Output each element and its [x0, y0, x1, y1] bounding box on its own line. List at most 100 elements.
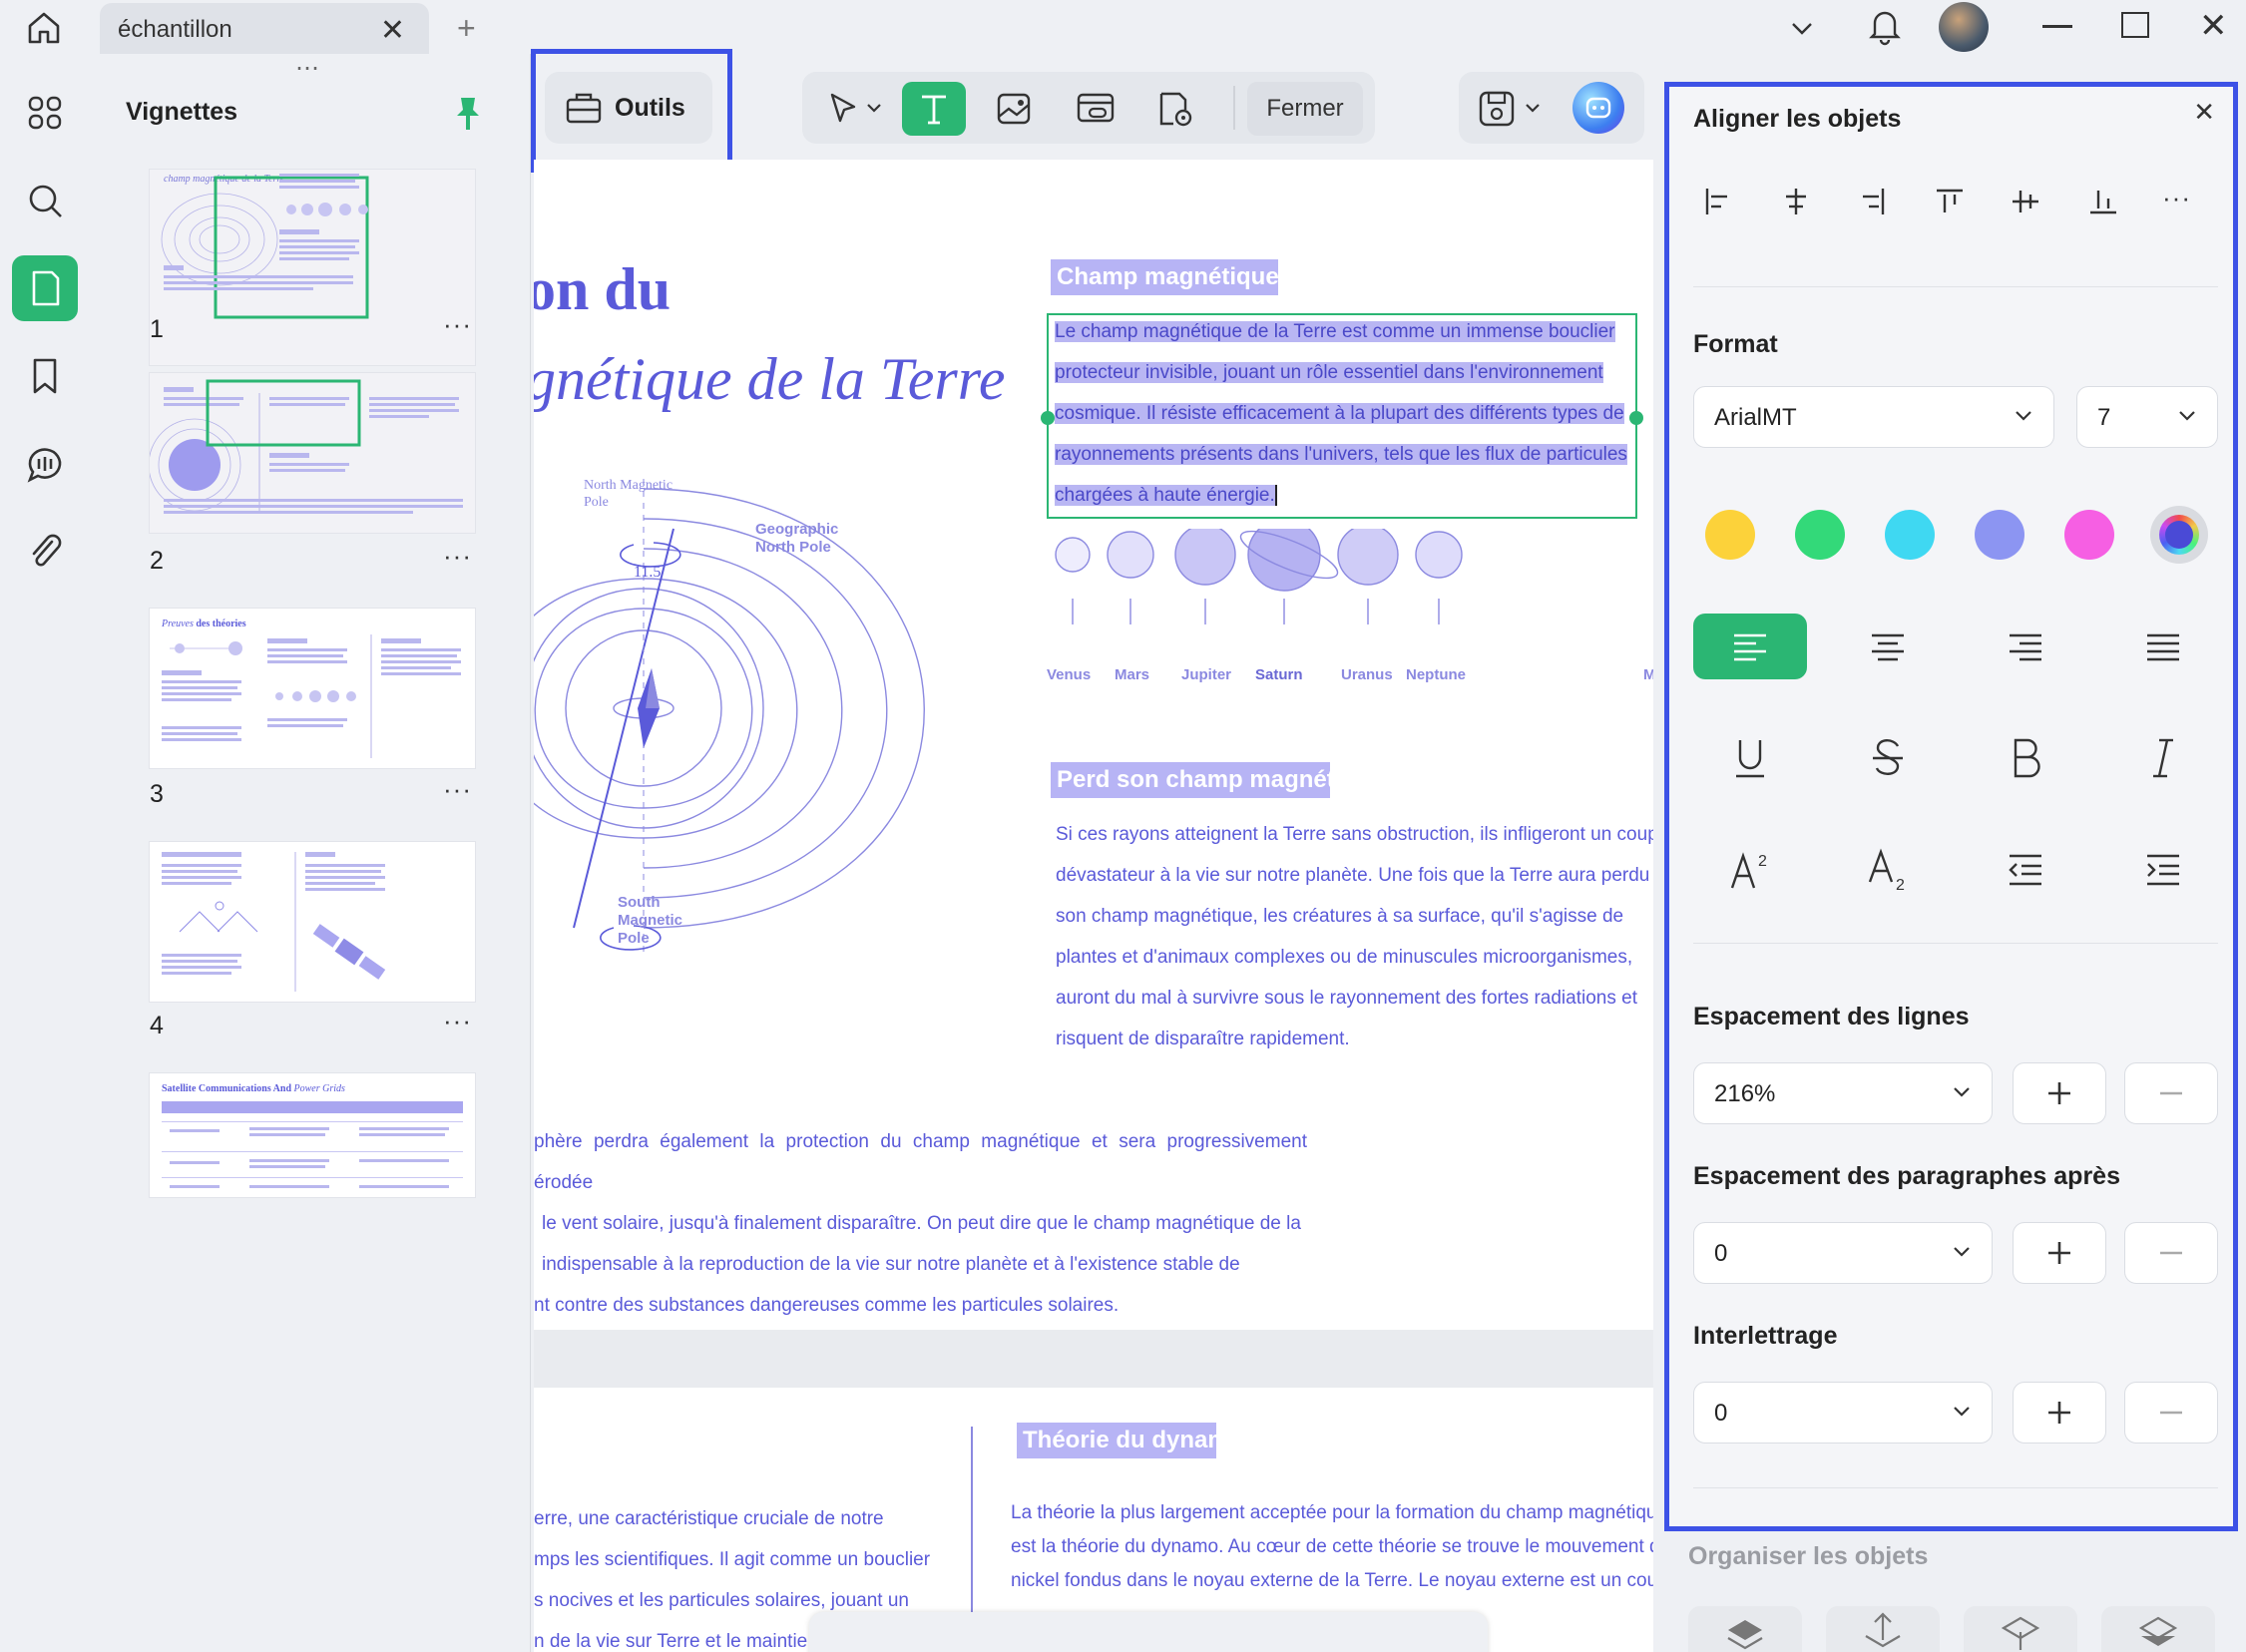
chevron-down-icon — [1954, 1087, 1970, 1097]
document-tab[interactable]: échantillon ✕ — [100, 3, 429, 55]
page-thumbnail-4[interactable] — [150, 842, 475, 1002]
letter-spacing-select[interactable]: 0 — [1693, 1382, 1993, 1444]
section-title[interactable]: Perd son champ magnétiqu — [1051, 762, 1330, 798]
align-top-icon[interactable] — [1935, 185, 1965, 218]
page-thumbnail-3[interactable]: Preuves des théories — [150, 609, 475, 768]
chevron-down-icon[interactable] — [1788, 14, 1816, 42]
watermark-tool-button[interactable] — [1143, 82, 1207, 136]
strikethrough-button[interactable] — [1831, 725, 1945, 791]
text-tool-button[interactable] — [902, 82, 966, 136]
color-swatch-green[interactable] — [1795, 510, 1845, 560]
close-window-icon[interactable]: ✕ — [2199, 6, 2228, 46]
bell-icon[interactable] — [1866, 6, 1904, 46]
align-center-vertical-icon[interactable] — [2011, 185, 2040, 218]
color-swatch-cyan[interactable] — [1885, 510, 1935, 560]
page-number: 3 — [150, 780, 164, 808]
text-align-center-button[interactable] — [1831, 614, 1945, 679]
section-title[interactable]: Champ magnétique — [1051, 259, 1278, 295]
selected-paragraph[interactable]: Le champ magnétique de la Terre est comm… — [1055, 311, 1643, 516]
select-tool-button[interactable] — [814, 82, 898, 136]
save-button[interactable] — [1467, 82, 1557, 136]
bold-button[interactable] — [1969, 725, 2082, 791]
text-line: nt contre des substances dangereuses com… — [534, 1295, 1120, 1316]
document-canvas[interactable]: on du gnétique de la Terre 11.5 North Ma… — [534, 160, 1653, 1652]
page-4-more-button[interactable]: ··· — [443, 1006, 472, 1036]
home-icon[interactable] — [24, 8, 64, 48]
page-3-more-button[interactable]: ··· — [443, 774, 472, 805]
font-size-select[interactable]: 7 — [2076, 386, 2218, 448]
new-tab-icon[interactable]: + — [457, 10, 476, 47]
paragraph[interactable]: Si ces rayons atteignent la Terre sans o… — [1056, 814, 1653, 1059]
align-right-icon[interactable] — [1857, 185, 1887, 218]
color-swatch-pink[interactable] — [2064, 510, 2114, 560]
paragraph[interactable]: phère perdra également la protection du … — [534, 1121, 1307, 1326]
page-number: 1 — [150, 315, 164, 343]
align-bottom-icon[interactable] — [2088, 185, 2118, 218]
send-to-back-button[interactable] — [2101, 1606, 2215, 1652]
text-align-right-button[interactable] — [1969, 614, 2082, 679]
text-cursor — [1274, 485, 1277, 506]
image-tool-button[interactable] — [982, 82, 1046, 136]
page-1-more-button[interactable]: ··· — [443, 309, 472, 340]
align-left-icon[interactable] — [1703, 185, 1733, 218]
more-align-button[interactable]: ··· — [2162, 183, 2191, 213]
thumbnails-icon[interactable] — [12, 255, 78, 321]
page-thumbnail-5[interactable]: Satellite Communications And Power Grids — [150, 1073, 475, 1197]
tab-close-icon[interactable]: ✕ — [380, 13, 405, 48]
line-spacing-value: 216% — [1714, 1080, 1776, 1107]
paragraph[interactable]: La théorie la plus largement acceptée po… — [1011, 1496, 1653, 1598]
color-swatch-periwinkle[interactable] — [1975, 510, 2024, 560]
pin-icon[interactable] — [453, 94, 483, 132]
planets-illustration — [1055, 529, 1463, 624]
bookmark-icon[interactable] — [12, 343, 78, 409]
align-center-horizontal-icon[interactable] — [1781, 185, 1811, 218]
panel-close-icon[interactable]: ✕ — [2193, 97, 2215, 128]
line-spacing-title: Espacement des lignes — [1693, 1003, 1970, 1031]
paragraph-spacing-decrease-button[interactable] — [2124, 1222, 2218, 1284]
drag-handle[interactable]: ⋯ — [295, 54, 320, 83]
page-2-more-button[interactable]: ··· — [443, 541, 472, 572]
thumbnails-title: Vignettes — [126, 98, 238, 126]
resize-handle-left[interactable] — [1041, 411, 1055, 425]
page-thumbnail-1[interactable]: champ magnétique de la Terre — [150, 170, 475, 365]
svg-text:2: 2 — [1896, 877, 1905, 892]
font-family-select[interactable]: ArialMT — [1693, 386, 2054, 448]
avatar[interactable] — [1939, 2, 1989, 52]
subscript-button[interactable]: 2 — [1831, 837, 1945, 903]
underline-button[interactable] — [1693, 725, 1807, 791]
maximize-icon[interactable] — [2121, 12, 2149, 38]
color-swatch-yellow[interactable] — [1705, 510, 1755, 560]
text-align-justify-button[interactable] — [2106, 614, 2220, 679]
attachment-icon[interactable] — [12, 519, 78, 585]
comment-icon[interactable] — [12, 431, 78, 497]
chevron-down-icon — [1954, 1407, 1970, 1417]
superscript-button[interactable]: 2 — [1693, 837, 1807, 903]
line-spacing-decrease-button[interactable] — [2124, 1062, 2218, 1124]
bring-forward-button[interactable] — [1826, 1606, 1940, 1652]
section-title[interactable]: Théorie du dynam — [1017, 1423, 1216, 1458]
close-edit-button[interactable]: Fermer — [1247, 82, 1363, 136]
ai-assistant-icon[interactable] — [1572, 82, 1624, 134]
text-line: dévastateur à la vie sur notre planète. … — [1056, 865, 1650, 886]
link-tool-button[interactable] — [1064, 82, 1127, 136]
color-picker-button[interactable] — [2150, 506, 2208, 564]
increase-indent-button[interactable] — [2106, 837, 2220, 903]
font-size-value: 7 — [2097, 404, 2111, 431]
page-navigation-bar[interactable] — [809, 1612, 1488, 1652]
grid-view-icon[interactable] — [12, 80, 78, 146]
bring-to-front-button[interactable] — [1688, 1606, 1802, 1652]
letter-spacing-decrease-button[interactable] — [2124, 1382, 2218, 1444]
letter-spacing-increase-button[interactable] — [2013, 1382, 2106, 1444]
send-backward-button[interactable] — [1964, 1606, 2077, 1652]
text-align-left-button[interactable] — [1693, 614, 1807, 679]
page-thumbnail-2[interactable] — [150, 373, 475, 533]
paragraph-spacing-select[interactable]: 0 — [1693, 1222, 1993, 1284]
search-icon[interactable] — [12, 168, 78, 233]
paragraph-spacing-increase-button[interactable] — [2013, 1222, 2106, 1284]
minimize-icon[interactable] — [2042, 25, 2072, 28]
italic-button[interactable] — [2106, 725, 2220, 791]
text-line: Si ces rayons atteignent la Terre sans o… — [1056, 824, 1653, 845]
line-spacing-select[interactable]: 216% — [1693, 1062, 1993, 1124]
line-spacing-increase-button[interactable] — [2013, 1062, 2106, 1124]
decrease-indent-button[interactable] — [1969, 837, 2082, 903]
